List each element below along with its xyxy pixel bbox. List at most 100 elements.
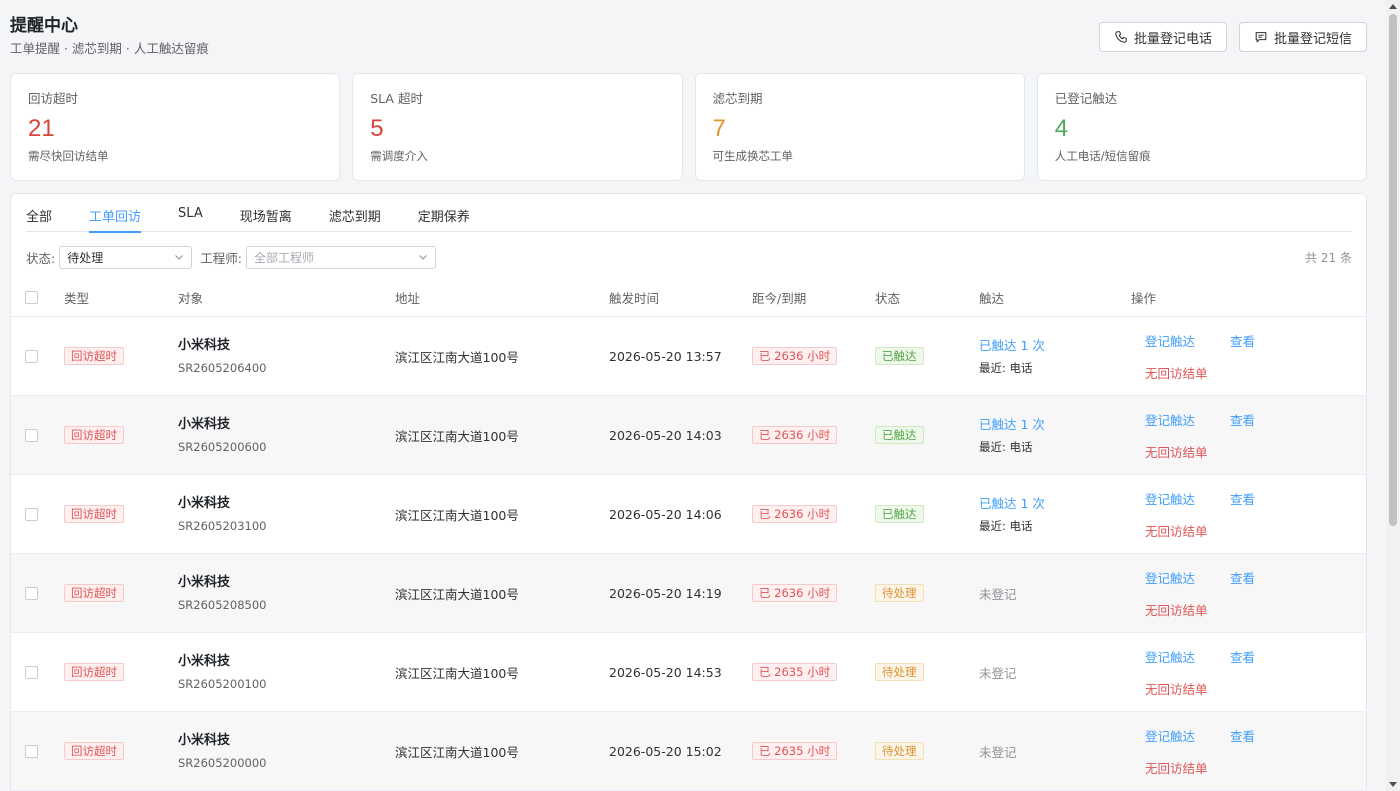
status-badge: 已触达 [875, 505, 924, 523]
touch-last-channel: 最近: 电话 [979, 518, 1033, 533]
phone-icon [1115, 31, 1127, 43]
trigger-time-cell: 2026-05-20 14:06 [609, 506, 722, 522]
register-touch-link[interactable]: 登记触达 [1145, 489, 1195, 508]
tab-followup[interactable]: 工单回访 [89, 194, 142, 233]
status-badge: 待处理 [875, 742, 924, 760]
touch-last-channel: 最近: 电话 [979, 360, 1033, 375]
header-status: 状态 [875, 290, 901, 306]
due-tag: 已 2635 小时 [752, 663, 838, 681]
row-checkbox[interactable] [25, 586, 38, 600]
due-cell: 已 2636 小时 [752, 396, 838, 474]
card-label: 回访超时 [28, 91, 79, 106]
trigger-time-cell: 2026-05-20 14:03 [609, 427, 722, 443]
close-without-followup-link[interactable]: 无回访结单 [1145, 521, 1208, 540]
due-tag: 已 2636 小时 [752, 584, 838, 602]
select-all-cell [25, 278, 38, 316]
engineer-select[interactable]: 全部工程师 [245, 245, 436, 269]
touch-unregistered: 未登记 [979, 586, 1017, 602]
stat-card-sla-overdue[interactable]: SLA 超时 5 需调度介入 [352, 73, 683, 181]
view-link[interactable]: 查看 [1230, 568, 1255, 587]
type-tag: 回访超时 [64, 663, 124, 681]
header-actions: 批量登记电话 批量登记短信 [1098, 22, 1367, 52]
stat-card-registered-touch[interactable]: 已登记触达 4 人工电话/短信留痕 [1036, 73, 1367, 181]
tab-onsite-away[interactable]: 现场暂离 [240, 194, 292, 232]
stat-card-followup-overdue[interactable]: 回访超时 21 需尽快回访结单 [10, 73, 341, 181]
address-cell: 滨江区江南大道100号 [395, 349, 519, 365]
row-select-cell [25, 554, 38, 632]
batch-register-sms-button[interactable]: 批量登记短信 [1238, 22, 1367, 52]
type-tag: 回访超时 [64, 347, 124, 365]
status-cell: 待处理 [875, 633, 924, 711]
header-action: 操作 [1131, 290, 1157, 306]
tab-filter-expiry[interactable]: 滤芯到期 [329, 194, 381, 232]
row-checkbox[interactable] [25, 665, 38, 679]
touch-count-link[interactable]: 已触达 1 次 [979, 416, 1045, 434]
stat-card-filter-expiry[interactable]: 滤芯到期 7 可生成换芯工单 [694, 73, 1025, 181]
select-all-checkbox[interactable] [25, 290, 38, 304]
close-without-followup-link[interactable]: 无回访结单 [1145, 442, 1208, 461]
row-select-cell [25, 317, 38, 395]
type-cell: 回访超时 [64, 554, 124, 632]
touch-cell: 已触达 1 次最近: 电话 [979, 396, 1045, 474]
tab-all[interactable]: 全部 [26, 194, 52, 232]
due-cell: 已 2636 小时 [752, 317, 838, 395]
register-touch-link[interactable]: 登记触达 [1145, 568, 1195, 587]
trigger-time-cell: 2026-05-20 14:19 [609, 585, 722, 601]
register-touch-link[interactable]: 登记触达 [1145, 726, 1195, 745]
address-cell: 滨江区江南大道100号 [395, 586, 519, 602]
register-touch-link[interactable]: 登记触达 [1145, 331, 1195, 350]
status-select[interactable]: 待处理 [59, 245, 193, 269]
view-link[interactable]: 查看 [1230, 331, 1255, 350]
type-tag: 回访超时 [64, 742, 124, 760]
touch-cell: 已触达 1 次最近: 电话 [979, 475, 1045, 553]
status-filter-label: 状态: [26, 250, 56, 266]
chevron-down-icon [419, 254, 427, 260]
customer-name: 小米科技 [178, 653, 231, 669]
close-without-followup-link[interactable]: 无回访结单 [1145, 363, 1208, 382]
summary-cards: 回访超时 21 需尽快回访结单 SLA 超时 5 需调度介入 滤芯到期 7 可生… [10, 73, 1367, 181]
row-checkbox[interactable] [25, 428, 38, 442]
status-select-value: 待处理 [67, 250, 104, 265]
register-touch-link[interactable]: 登记触达 [1145, 410, 1195, 429]
view-link[interactable]: 查看 [1230, 489, 1255, 508]
object-cell: 小米科技 SR2605200100 [178, 633, 266, 711]
card-desc: 可生成换芯工单 [712, 149, 794, 163]
type-tag: 回访超时 [64, 505, 124, 523]
card-value: 7 [712, 115, 726, 142]
type-cell: 回访超时 [64, 633, 124, 711]
row-select-cell [25, 712, 38, 790]
row-checkbox[interactable] [25, 507, 38, 521]
total-count: 共 21 条 [1305, 250, 1352, 265]
card-label: SLA 超时 [370, 91, 423, 106]
tab-sla[interactable]: SLA [178, 194, 203, 232]
status-badge: 已触达 [875, 426, 924, 444]
table-row: 回访超时 小米科技 SR2605200100 滨江区江南大道100号 2026-05-2… [11, 633, 1366, 712]
scroll-up-arrow-icon[interactable] [1389, 4, 1397, 9]
touch-count-link[interactable]: 已触达 1 次 [979, 495, 1045, 513]
close-without-followup-link[interactable]: 无回访结单 [1145, 600, 1208, 619]
touch-cell: 未登记 [979, 633, 1017, 711]
scroll-down-arrow-icon[interactable] [1389, 782, 1397, 787]
view-link[interactable]: 查看 [1230, 410, 1255, 429]
row-checkbox[interactable] [25, 744, 38, 758]
row-checkbox[interactable] [25, 349, 38, 363]
view-link[interactable]: 查看 [1230, 647, 1255, 666]
tab-maintenance[interactable]: 定期保养 [418, 194, 470, 232]
view-link[interactable]: 查看 [1230, 726, 1255, 745]
register-touch-link[interactable]: 登记触达 [1145, 647, 1195, 666]
close-without-followup-link[interactable]: 无回访结单 [1145, 758, 1208, 777]
close-without-followup-link[interactable]: 无回访结单 [1145, 679, 1208, 698]
scroll-thumb[interactable] [1389, 14, 1397, 526]
page-scrollbar[interactable] [1386, 0, 1400, 791]
tab-bar: 全部 工单回访 SLA 现场暂离 滤芯到期 定期保养 [26, 194, 1352, 233]
touch-unregistered: 未登记 [979, 665, 1017, 681]
header-due: 距今/到期 [752, 290, 807, 306]
touch-count-link[interactable]: 已触达 1 次 [979, 337, 1045, 355]
type-cell: 回访超时 [64, 396, 124, 474]
due-cell: 已 2636 小时 [752, 475, 838, 553]
status-badge: 已触达 [875, 347, 924, 365]
filter-bar: 状态: 待处理 工程师: 全部工程师 共 21 条 [26, 245, 1352, 269]
batch-register-call-button[interactable]: 批量登记电话 [1098, 22, 1227, 52]
touch-cell: 未登记 [979, 554, 1017, 632]
due-tag: 已 2636 小时 [752, 347, 838, 365]
